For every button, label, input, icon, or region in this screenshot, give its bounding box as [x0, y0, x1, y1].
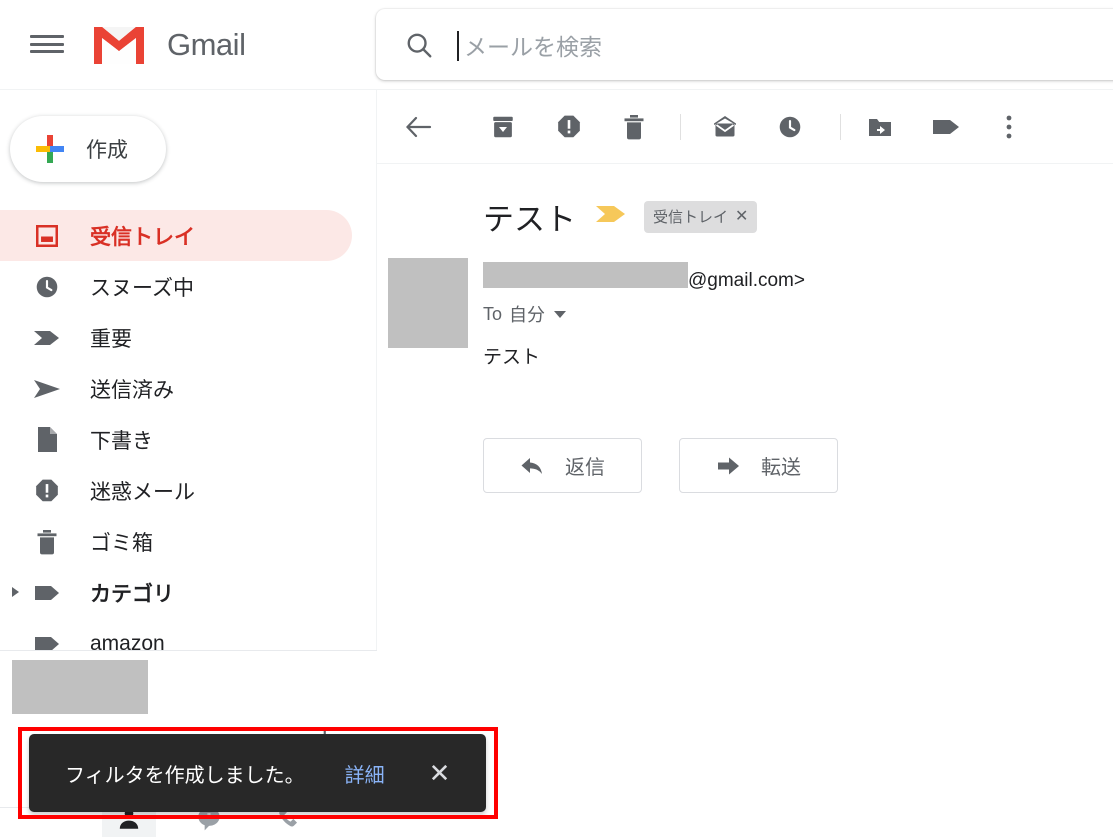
- message-subject-row: テスト 受信トレイ ✕: [483, 194, 758, 239]
- archive-icon[interactable]: [484, 108, 522, 146]
- page-title: テスト: [483, 202, 576, 237]
- send-icon: [32, 374, 62, 404]
- mark-unread-icon[interactable]: [706, 108, 744, 146]
- forward-label: 転送: [761, 457, 801, 479]
- draft-icon: [32, 425, 62, 455]
- important-label-icon: [32, 323, 62, 353]
- sidebar-item-label: 受信トレイ: [90, 225, 195, 249]
- report-spam-icon[interactable]: [550, 108, 588, 146]
- gmail-wordmark: Gmail: [167, 27, 246, 62]
- sidebar-item-label: カテゴリ: [90, 582, 174, 606]
- sidebar: 作成 受信トレイ スヌーズ中 重要 送信済み 下書き 迷惑メール ゴミ箱 カテゴ…: [0, 90, 377, 655]
- close-icon[interactable]: ✕: [735, 206, 748, 226]
- sender-domain-text: @gmail.com>: [688, 270, 805, 291]
- compose-button[interactable]: 作成: [10, 116, 166, 182]
- label-chip-inbox[interactable]: 受信トレイ ✕: [644, 200, 758, 233]
- search-bar[interactable]: メールを検索: [376, 9, 1113, 80]
- sidebar-item-label: 送信済み: [90, 378, 174, 402]
- sidebar-item-inbox[interactable]: 受信トレイ: [0, 210, 352, 261]
- avatar: [388, 258, 468, 348]
- label-chip-text: 受信トレイ: [653, 208, 729, 226]
- search-placeholder-text: メールを検索: [464, 33, 602, 60]
- hamburger-menu-icon[interactable]: [30, 31, 64, 57]
- toolbar-divider: [840, 114, 841, 140]
- sender-address-redacted: [483, 262, 688, 288]
- labels-icon[interactable]: [927, 108, 965, 146]
- snooze-icon[interactable]: [771, 108, 809, 146]
- sidebar-item-sent[interactable]: 送信済み: [0, 363, 377, 414]
- reply-icon: [521, 457, 542, 474]
- sidebar-item-label: スヌーズ中: [90, 276, 194, 300]
- to-value-label: 自分: [509, 305, 546, 325]
- text-cursor: [457, 30, 459, 61]
- forward-icon: [718, 457, 739, 474]
- sender-row: @gmail.com>: [483, 262, 805, 291]
- message-toolbar: [377, 90, 1113, 164]
- clock-icon: [32, 272, 62, 302]
- search-icon: [407, 33, 432, 57]
- to-prefix-label: To: [483, 303, 503, 324]
- sidebar-item-important[interactable]: 重要: [0, 312, 377, 363]
- search-input[interactable]: メールを検索: [457, 25, 1113, 65]
- annotation-highlight-box: [18, 727, 498, 819]
- sidebar-item-label: 迷惑メール: [90, 480, 195, 504]
- reply-label: 返信: [565, 457, 605, 479]
- important-marker-icon[interactable]: [594, 203, 628, 230]
- hangouts-account-name-redacted: [12, 660, 148, 714]
- sidebar-item-spam[interactable]: 迷惑メール: [0, 465, 377, 516]
- toolbar-divider: [680, 114, 681, 140]
- sidebar-item-categories[interactable]: カテゴリ: [0, 567, 377, 618]
- sidebar-item-label: 重要: [90, 327, 132, 351]
- top-bar: Gmail メールを検索: [0, 0, 1113, 90]
- sidebar-item-drafts[interactable]: 下書き: [0, 414, 377, 465]
- spam-icon: [32, 476, 62, 506]
- chevron-down-icon[interactable]: [554, 310, 567, 318]
- more-options-icon[interactable]: [990, 108, 1028, 146]
- sidebar-nav-list: 受信トレイ スヌーズ中 重要 送信済み 下書き 迷惑メール ゴミ箱 カテゴリ a…: [0, 210, 377, 669]
- label-icon: [32, 578, 62, 608]
- compose-label: 作成: [86, 139, 128, 162]
- message-body: テスト: [483, 347, 541, 368]
- back-arrow-icon[interactable]: [400, 108, 438, 146]
- recipient-row[interactable]: To 自分: [483, 301, 567, 327]
- gmail-app-window: Gmail メールを検索 作成 受信トレイ スヌーズ中 重要 送信済み 下書き …: [0, 0, 1113, 837]
- inbox-icon: [32, 221, 62, 251]
- gmail-logo-icon: [94, 27, 144, 64]
- sidebar-item-trash[interactable]: ゴミ箱: [0, 516, 377, 567]
- chevron-right-icon[interactable]: [12, 587, 19, 597]
- trash-icon: [32, 527, 62, 557]
- plus-icon: [36, 135, 64, 163]
- sidebar-item-snoozed[interactable]: スヌーズ中: [0, 261, 377, 312]
- message-actions: 返信 転送: [483, 438, 838, 493]
- reply-button[interactable]: 返信: [483, 438, 642, 493]
- sidebar-item-label: 下書き: [90, 429, 153, 453]
- forward-button[interactable]: 転送: [679, 438, 838, 493]
- message-pane: テスト 受信トレイ ✕ @gmail.com> To 自分 テスト 返信 転送: [377, 90, 1113, 837]
- delete-icon[interactable]: [615, 108, 653, 146]
- move-to-icon[interactable]: [861, 108, 899, 146]
- sidebar-item-label: ゴミ箱: [90, 531, 153, 555]
